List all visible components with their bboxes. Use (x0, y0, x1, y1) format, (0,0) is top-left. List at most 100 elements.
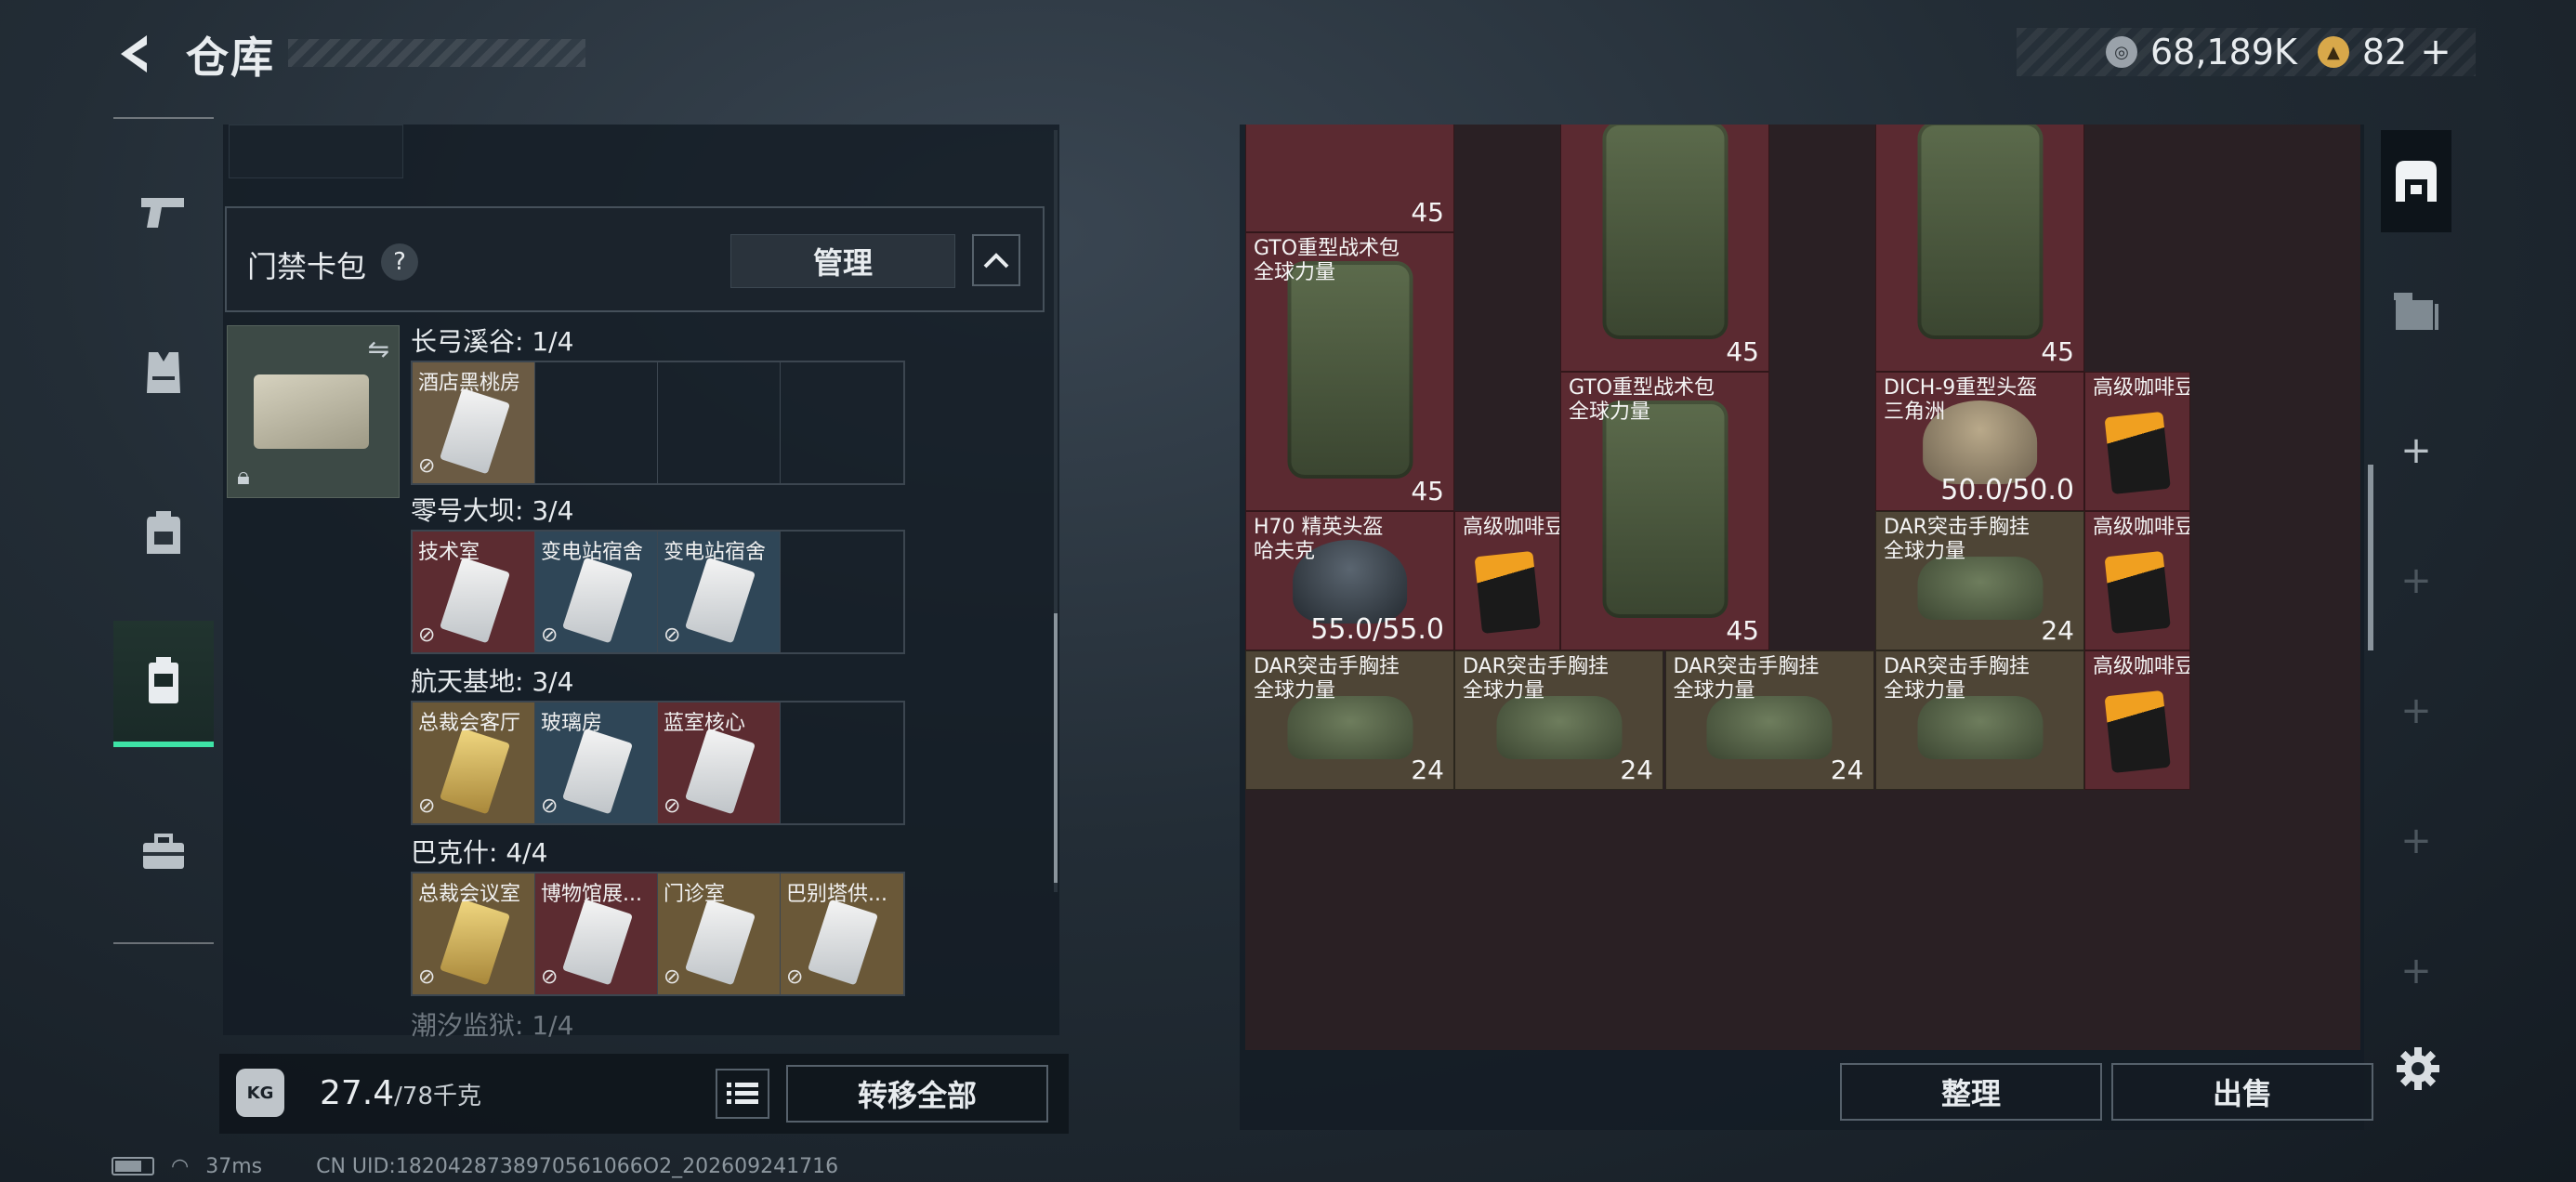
stash-scroll-thumb[interactable] (2368, 465, 2373, 650)
currency-amount: 68,189K (2150, 32, 2297, 72)
item-value: 45 (1726, 336, 1759, 367)
stash-item-helmet-dich[interactable]: DICH-9重型头盔 三角洲 50.0/50.0 (1875, 372, 2084, 511)
item-name: 高级咖啡豆 (1463, 516, 1560, 539)
coffee-bag-image (2104, 550, 2171, 634)
empty-keycard-slot[interactable] (781, 532, 903, 652)
no-transfer-icon: ⊘ (418, 624, 436, 647)
stash-item-coffee-1[interactable]: 高级咖啡豆 (2084, 372, 2190, 511)
empty-keycard-slot[interactable] (535, 362, 658, 483)
keycard-case-item[interactable]: ⇋ 🔒︎ (227, 325, 400, 498)
keycard-slot[interactable]: 玻璃房 ⊘ (535, 703, 658, 823)
keycard-slot[interactable]: 博物馆展... ⊘ (535, 873, 658, 994)
item-name: H70 精英头盔 哈夫克 (1254, 516, 1384, 563)
stash-item-coffee-2[interactable]: 高级咖啡豆 (1454, 511, 1560, 650)
panel-scroll-thumb[interactable] (1054, 613, 1058, 883)
stash-item-vest-3[interactable]: DAR突击手胸挂 全球力量 24 (1454, 650, 1663, 790)
status-bar: ◠ 37ms CN UID:1820428738970561066O2_2026… (112, 1152, 838, 1180)
keycard-name: 博物馆展... (541, 883, 642, 906)
stash-item-coffee-3[interactable]: 高级咖啡豆 (2084, 511, 2190, 650)
item-value: 50.0/50.0 (1940, 474, 2074, 506)
manage-button[interactable]: 管理 (730, 234, 955, 288)
item-name: DICH-9重型头盔 三角洲 (1884, 376, 2038, 424)
keycard-slot-row: 总裁会议室 ⊘ 博物馆展... ⊘ 门诊室 ⊘ 巴别塔供... ⊘ (411, 872, 905, 996)
stash-item-vest-4[interactable]: DAR突击手胸挂 全球力量 24 (1664, 650, 1874, 790)
backpack-image (1602, 125, 1728, 339)
stash-tab-main[interactable] (2381, 130, 2451, 232)
stash-item-helmet-h70[interactable]: H70 精英头盔 哈夫克 55.0/55.0 (1245, 511, 1454, 650)
stash-item-bag-2[interactable]: 45 (1560, 125, 1769, 372)
keycard-name: 变电站宿舍 (541, 541, 644, 564)
nav-backpack[interactable] (113, 481, 214, 584)
stash-item-top-partial[interactable]: 45 (1245, 125, 1454, 232)
pistol-icon (141, 198, 184, 228)
collapse-button[interactable] (972, 234, 1020, 286)
keycard-case-image (254, 374, 369, 449)
keycard-image (561, 728, 634, 815)
keycard-name: 蓝室核心 (664, 712, 746, 735)
help-icon[interactable]: ? (381, 243, 418, 281)
no-transfer-icon: ⊘ (541, 624, 559, 647)
add-currency-button[interactable]: + (2420, 31, 2451, 73)
empty-keycard-slot[interactable] (781, 362, 903, 483)
stash-tab-container[interactable] (2381, 260, 2451, 362)
keycard-slot[interactable]: 蓝室核心 ⊘ (658, 703, 781, 823)
ping-value: 37ms (205, 1154, 263, 1178)
item-value: 24 (1620, 755, 1653, 785)
nav-armor[interactable] (113, 322, 214, 424)
list-icon (727, 1083, 758, 1104)
keycard-name: 变电站宿舍 (664, 541, 767, 564)
keycard-image (684, 899, 756, 986)
gear-icon (2397, 1047, 2439, 1090)
battery-icon (112, 1157, 154, 1175)
currency-bar: ◎ 68,189K ▲ 82 + (2017, 28, 2476, 76)
keycard-slot[interactable]: 门诊室 ⊘ (658, 873, 781, 994)
swap-icon[interactable]: ⇋ (368, 334, 389, 364)
stash-item-bag-1[interactable]: GTO重型战术包 全球力量 45 (1245, 232, 1454, 511)
keycard-case-icon (149, 657, 178, 703)
empty-keycard-slot[interactable] (658, 362, 781, 483)
backpack-image (1602, 401, 1728, 618)
keycard-slot[interactable]: 巴别塔供... ⊘ (781, 873, 903, 994)
list-view-button[interactable] (716, 1069, 769, 1119)
stash-item-coffee-4[interactable]: 高级咖啡豆 (2084, 650, 2190, 790)
keycard-slot[interactable]: 总裁会客厅 ⊘ (413, 703, 535, 823)
keycard-image (439, 557, 511, 644)
weight-icon: KG (236, 1069, 284, 1117)
back-button[interactable] (110, 28, 162, 80)
stash-item-vest-5[interactable]: DAR突击手胸挂 全球力量 (1875, 650, 2084, 790)
keycard-slot-row: 技术室 ⊘ 变电站宿舍 ⊘ 变电站宿舍 ⊘ (411, 530, 905, 654)
keycard-image (684, 728, 756, 815)
stash-item-bag-4[interactable]: GTO重型战术包 全球力量 45 (1560, 372, 1769, 650)
uid-text: CN UID:1820428738970561066O2_20260924171… (316, 1154, 839, 1178)
keycard-image (439, 728, 511, 815)
nav-keycard[interactable] (113, 621, 214, 747)
backpack-icon (147, 511, 180, 554)
settings-button[interactable] (2392, 1043, 2444, 1095)
stash-item-vest-1[interactable]: DAR突击手胸挂 全球力量 24 (1875, 511, 2084, 650)
sort-button[interactable]: 整理 (1840, 1063, 2102, 1121)
keycard-slot[interactable]: 酒店黑桃房 ⊘ (413, 362, 535, 483)
sell-button[interactable]: 出售 (2111, 1063, 2373, 1121)
backpack-image (1917, 125, 2043, 339)
coffee-bag-image (1474, 550, 1541, 634)
keycard-image (561, 557, 634, 644)
keycard-slot[interactable]: 变电站宿舍 ⊘ (658, 532, 781, 652)
region-label: 航天基地: 3/4 (411, 666, 574, 697)
wifi-icon: ◠ (171, 1154, 190, 1178)
add-stash-tab[interactable]: + (2381, 400, 2451, 502)
item-value: 24 (1830, 755, 1864, 785)
keycard-slot[interactable]: 变电站宿舍 ⊘ (535, 532, 658, 652)
transfer-all-button[interactable]: 转移全部 (786, 1065, 1048, 1123)
empty-keycard-slot[interactable] (781, 703, 903, 823)
keycard-name: 门诊室 (664, 883, 726, 906)
keycard-slot[interactable]: 技术室 ⊘ (413, 532, 535, 652)
nav-tools[interactable] (113, 801, 214, 903)
stash-item-vest-2[interactable]: DAR突击手胸挂 全球力量 24 (1245, 650, 1454, 790)
keycard-slot[interactable]: 总裁会议室 ⊘ (413, 873, 535, 994)
weight-value: 27.4/78千克 (320, 1074, 481, 1112)
stash-item-bag-3[interactable]: 45 (1875, 125, 2084, 372)
nav-weapons[interactable] (113, 160, 214, 262)
item-name: GTO重型战术包 全球力量 (1254, 237, 1400, 284)
item-value: 45 (1726, 615, 1759, 646)
coffee-bag-image (2104, 690, 2171, 773)
